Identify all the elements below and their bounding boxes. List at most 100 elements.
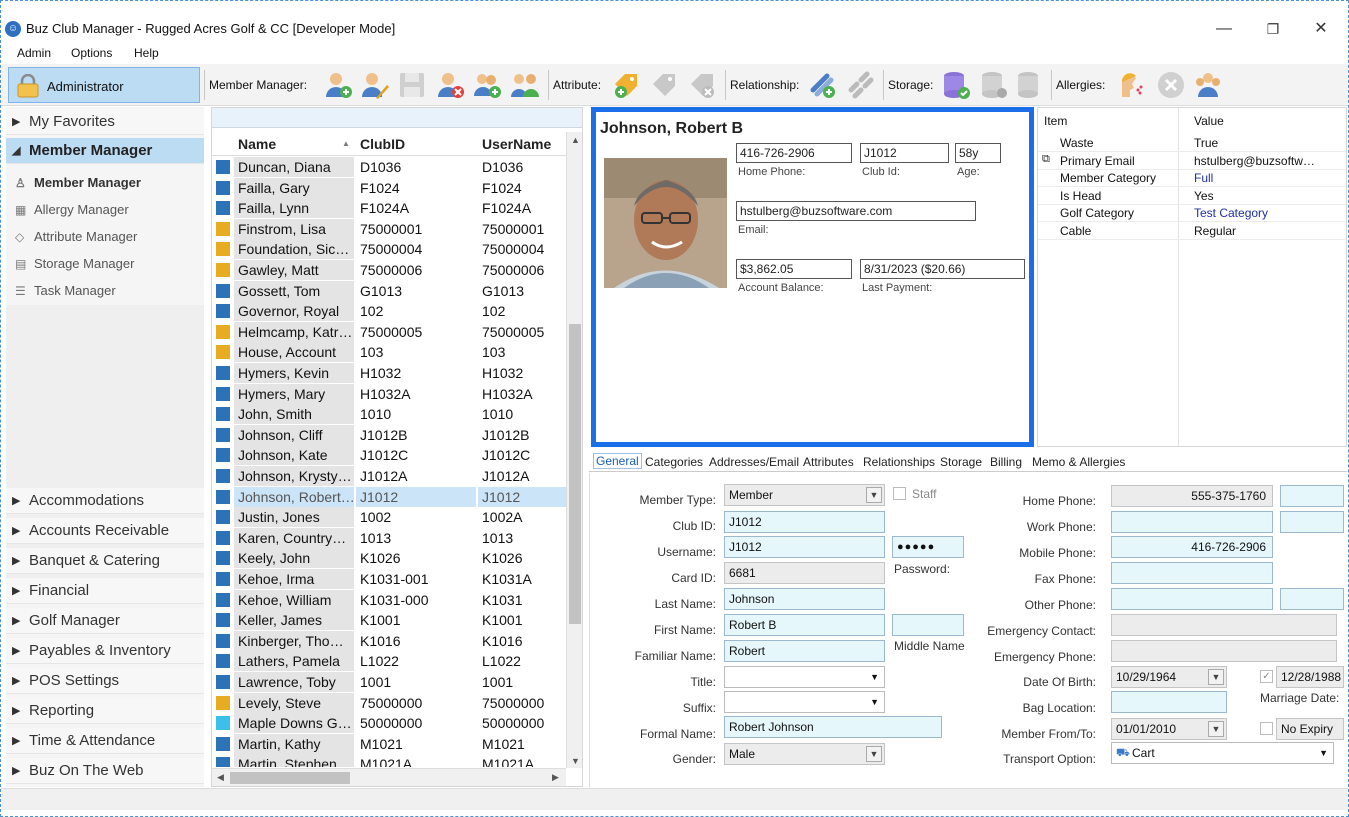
no-expiry-checkbox[interactable] <box>1260 722 1273 735</box>
family-icon[interactable] <box>510 70 540 100</box>
last-name-field[interactable]: Johnson <box>724 588 885 610</box>
list-filter-row[interactable] <box>212 108 582 128</box>
add-group-icon[interactable] <box>472 70 502 100</box>
table-row[interactable]: Kinberger, Tho… K1016 K1016 <box>212 630 566 651</box>
chevron-down-icon[interactable]: ▼ <box>1319 743 1328 763</box>
scroll-up-icon[interactable]: ▲ <box>571 135 580 145</box>
nav-accounts-receivable[interactable]: ▶ Accounts Receivable <box>6 518 204 544</box>
emergency-contact-field[interactable] <box>1111 614 1337 636</box>
table-row[interactable]: Keller, James K1001 K1001 <box>212 610 566 631</box>
column-header-clubid[interactable]: ClubID <box>360 136 405 152</box>
table-row[interactable]: Finstrom, Lisa 75000001 75000001 <box>212 218 566 239</box>
date-of-birth-field[interactable]: 10/29/1964 ▼ <box>1111 666 1227 688</box>
subnav-allergy-manager[interactable]: ▦ Allergy Manager <box>12 199 129 221</box>
chevron-down-icon[interactable]: ▼ <box>866 746 882 762</box>
member-type-select[interactable]: Member ▼ <box>724 484 885 506</box>
table-row[interactable]: Johnson, Robert… J1012 J1012 <box>212 486 566 507</box>
vertical-scrollbar[interactable]: ▲ ▼ <box>566 132 582 768</box>
transport-option-select[interactable]: ⛟ Cart ▼ <box>1111 742 1334 764</box>
table-row[interactable]: Johnson, Kate J1012C J1012C <box>212 445 566 466</box>
table-row[interactable]: Martin, Stephen M1021A M1021A <box>212 754 566 767</box>
familiar-name-field[interactable]: Robert <box>724 640 885 662</box>
scroll-thumb[interactable] <box>230 772 350 784</box>
menu-options[interactable]: Options <box>71 46 112 60</box>
add-relationship-icon[interactable] <box>807 70 837 100</box>
table-row[interactable]: Johnson, Cliff J1012B J1012B <box>212 424 566 445</box>
tab-billing[interactable]: Billing <box>990 455 1022 469</box>
home-phone-field[interactable]: 555-375-1760 <box>1111 485 1273 507</box>
tab-relationships[interactable]: Relationships <box>863 455 935 469</box>
table-row[interactable]: Levely, Steve 75000000 75000000 <box>212 692 566 713</box>
card-id-field[interactable]: 6681 <box>724 562 885 584</box>
member-from-field[interactable]: 01/01/2010 ▼ <box>1111 718 1227 740</box>
table-row[interactable]: Martin, Kathy M1021 M1021 <box>212 733 566 754</box>
work-phone-field[interactable] <box>1111 511 1273 533</box>
fax-phone-field[interactable] <box>1111 562 1273 584</box>
prop-row[interactable]: Waste True <box>1038 134 1346 152</box>
prop-row[interactable]: Is Head Yes <box>1038 187 1346 205</box>
table-row[interactable]: Keely, John K1026 K1026 <box>212 548 566 569</box>
tab-storage[interactable]: Storage <box>940 455 982 469</box>
subnav-storage-manager[interactable]: ▤ Storage Manager <box>12 253 134 275</box>
chevron-down-icon[interactable]: ▼ <box>866 487 882 503</box>
tab-general[interactable]: General <box>593 453 642 469</box>
nav-reporting[interactable]: ▶ Reporting <box>6 698 204 724</box>
tab-categories[interactable]: Categories <box>645 455 703 469</box>
add-attribute-icon[interactable] <box>611 70 641 100</box>
suffix-select[interactable]: ▼ <box>724 691 885 713</box>
storage-settings-icon[interactable] <box>979 70 1009 100</box>
title-select[interactable]: ▼ <box>724 666 885 688</box>
table-row[interactable]: Gossett, Tom G1013 G1013 <box>212 280 566 301</box>
scroll-right-icon[interactable]: ▶ <box>552 772 559 783</box>
nav-financial[interactable]: ▶ Financial <box>6 578 204 604</box>
marriage-date-checkbox[interactable]: ✓ <box>1260 670 1273 683</box>
tab-memo-allergies[interactable]: Memo & Allergies <box>1032 455 1125 469</box>
menu-admin[interactable]: Admin <box>17 46 51 60</box>
table-row[interactable]: Duncan, Diana D1036 D1036 <box>212 157 566 177</box>
table-row[interactable]: Maple Downs G… 50000000 50000000 <box>212 713 566 734</box>
nav-pos-settings[interactable]: ▶ POS Settings <box>6 668 204 694</box>
minimize-button[interactable]: — <box>1209 18 1239 40</box>
table-row[interactable]: Failla, Gary F1024 F1024 <box>212 177 566 198</box>
other-phone-field[interactable] <box>1111 588 1273 610</box>
table-row[interactable]: Lathers, Pamela L1022 L1022 <box>212 651 566 672</box>
nav-buz-on-the-web[interactable]: ▶ Buz On The Web <box>6 758 204 784</box>
gender-select[interactable]: Male ▼ <box>724 743 885 765</box>
chevron-down-icon[interactable]: ▼ <box>870 692 879 712</box>
club-id-field[interactable]: J1012 <box>724 511 885 533</box>
delete-member-icon[interactable] <box>435 70 465 100</box>
prop-row[interactable]: Member Category Full <box>1038 169 1346 188</box>
table-row[interactable]: Failla, Lynn F1024A F1024A <box>212 198 566 219</box>
nav-accommodations[interactable]: ▶ Accommodations <box>6 488 204 514</box>
scroll-down-icon[interactable]: ▼ <box>571 756 580 766</box>
nav-member-manager[interactable]: ◢ Member Manager <box>6 138 204 164</box>
add-storage-icon[interactable] <box>941 70 971 100</box>
close-button[interactable]: ✕ <box>1306 18 1336 40</box>
nav-payables-inventory[interactable]: ▶ Payables & Inventory <box>6 638 204 664</box>
work-phone-ext-field[interactable] <box>1280 511 1344 533</box>
add-member-icon[interactable] <box>323 70 353 100</box>
mobile-phone-field[interactable]: 416-726-2906 <box>1111 536 1273 558</box>
table-row[interactable]: Gawley, Matt 75000006 75000006 <box>212 260 566 280</box>
allergy-icon[interactable] <box>1114 70 1144 100</box>
remove-storage-icon[interactable] <box>1015 70 1045 100</box>
first-name-field[interactable]: Robert B <box>724 614 885 636</box>
middle-name-field[interactable] <box>892 614 964 636</box>
subnav-task-manager[interactable]: ☰ Task Manager <box>12 280 116 302</box>
prop-row[interactable]: ⧉ Primary Email hstulberg@buzsoftw… <box>1038 152 1346 170</box>
save-icon[interactable] <box>397 70 427 100</box>
bag-location-field[interactable] <box>1111 691 1227 713</box>
table-row[interactable]: Johnson, Krysty… J1012A J1012A <box>212 466 566 486</box>
table-row[interactable]: Foundation, Sic… 75000004 75000004 <box>212 239 566 260</box>
remove-attribute-icon[interactable] <box>687 70 717 100</box>
prop-row[interactable]: Golf Category Test Category <box>1038 204 1346 223</box>
maximize-button[interactable]: ❐ <box>1258 18 1288 40</box>
password-field[interactable]: ●●●●● <box>892 536 964 558</box>
subnav-member-manager[interactable]: ♙ Member Manager <box>12 172 141 194</box>
marriage-date-field[interactable]: 12/28/1988 <box>1276 666 1344 688</box>
table-row[interactable]: Helmcamp, Katr… 75000005 75000005 <box>212 321 566 342</box>
table-row[interactable]: Governor, Royal 102 102 <box>212 301 566 322</box>
home-phone-ext-field[interactable] <box>1280 485 1344 507</box>
table-row[interactable]: John, Smith 1010 1010 <box>212 404 566 425</box>
chevron-down-icon[interactable]: ▼ <box>870 667 879 687</box>
